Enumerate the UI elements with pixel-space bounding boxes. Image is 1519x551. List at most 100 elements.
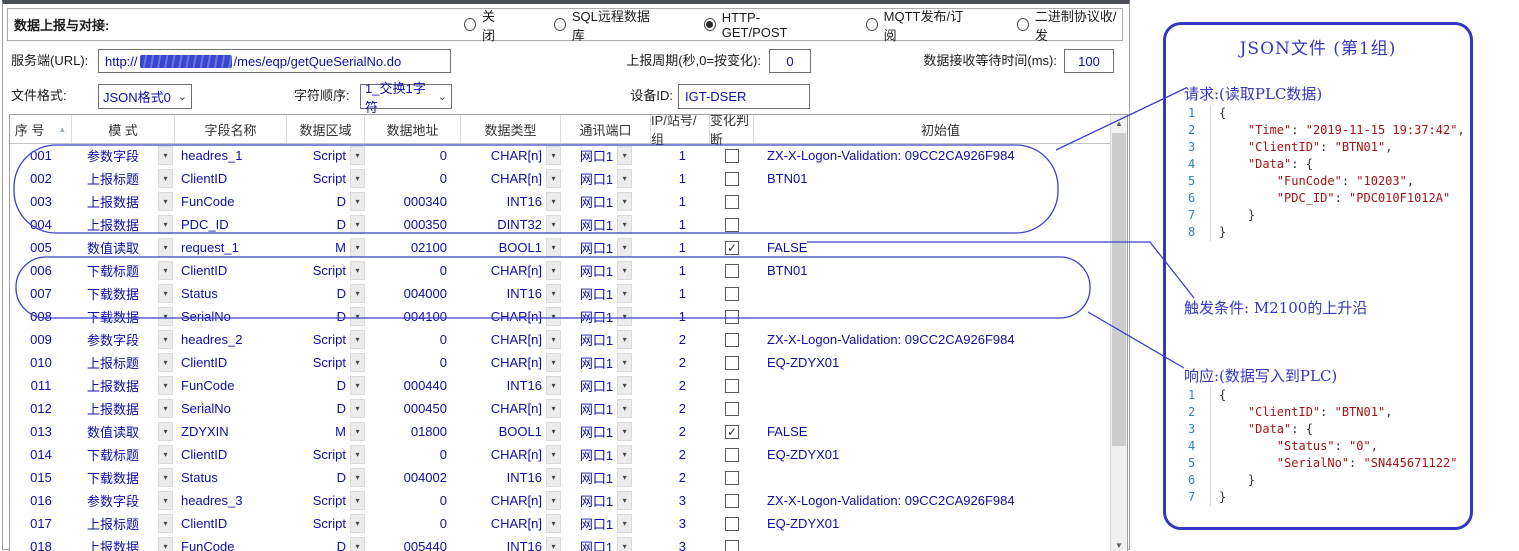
change-checkbox-checked[interactable]: ✓ — [725, 241, 739, 255]
column-header-7[interactable]: IP/站号/组 — [651, 115, 710, 143]
area-dropdown-icon[interactable]: ▾ — [350, 445, 365, 464]
change-checkbox[interactable] — [725, 218, 739, 232]
area-dropdown-icon[interactable]: ▾ — [350, 169, 365, 188]
scroll-down-icon[interactable]: ▼ — [1111, 537, 1127, 551]
table-row[interactable]: 011上报数据▾FunCodeD▾000440INT16▾网口1▾2 — [10, 374, 1127, 397]
column-header-1[interactable]: 模 式 — [72, 115, 175, 143]
area-dropdown-icon[interactable]: ▾ — [350, 307, 365, 326]
type-dropdown-icon[interactable]: ▾ — [546, 491, 561, 510]
change-checkbox[interactable] — [725, 402, 739, 416]
change-checkbox[interactable] — [725, 264, 739, 278]
port-dropdown-icon[interactable]: ▾ — [617, 445, 632, 464]
port-dropdown-icon[interactable]: ▾ — [617, 261, 632, 280]
mode-dropdown-icon[interactable]: ▾ — [158, 284, 173, 303]
vertical-scrollbar[interactable]: ▲ ▼ — [1110, 115, 1127, 551]
mode-dropdown-icon[interactable]: ▾ — [158, 422, 173, 441]
radio-icon[interactable] — [554, 18, 566, 31]
mode-dropdown-icon[interactable]: ▾ — [158, 261, 173, 280]
change-checkbox-checked[interactable]: ✓ — [725, 425, 739, 439]
type-dropdown-icon[interactable]: ▾ — [546, 215, 561, 234]
mode-dropdown-icon[interactable]: ▾ — [158, 445, 173, 464]
port-dropdown-icon[interactable]: ▾ — [617, 353, 632, 372]
table-row[interactable]: 013数值读取▾ZDYXINM▾01800BOOL1▾网口1▾2✓FALSE — [10, 420, 1127, 443]
change-checkbox[interactable] — [725, 540, 739, 551]
change-checkbox[interactable] — [725, 195, 739, 209]
area-dropdown-icon[interactable]: ▾ — [350, 353, 365, 372]
change-checkbox[interactable] — [725, 356, 739, 370]
table-row[interactable]: 010上报标题▾ClientIDScript▾0CHAR[n]▾网口1▾2EQ-… — [10, 351, 1127, 374]
port-dropdown-icon[interactable]: ▾ — [617, 215, 632, 234]
area-dropdown-icon[interactable]: ▾ — [350, 514, 365, 533]
change-checkbox[interactable] — [725, 172, 739, 186]
change-checkbox[interactable] — [725, 310, 739, 324]
area-dropdown-icon[interactable]: ▾ — [350, 376, 365, 395]
file-format-select[interactable]: JSON格式0 ⌄ — [98, 84, 192, 109]
port-dropdown-icon[interactable]: ▾ — [617, 491, 632, 510]
type-dropdown-icon[interactable]: ▾ — [546, 422, 561, 441]
radio-option-2[interactable]: HTTP-GET/POST — [704, 10, 818, 40]
type-dropdown-icon[interactable]: ▾ — [546, 261, 561, 280]
change-checkbox[interactable] — [725, 471, 739, 485]
area-dropdown-icon[interactable]: ▾ — [350, 537, 365, 551]
radio-icon[interactable] — [464, 18, 476, 31]
area-dropdown-icon[interactable]: ▾ — [350, 284, 365, 303]
table-row[interactable]: 015下载数据▾StatusD▾004002INT16▾网口1▾2 — [10, 466, 1127, 489]
table-row[interactable]: 002上报标题▾ClientIDScript▾0CHAR[n]▾网口1▾1BTN… — [10, 167, 1127, 190]
area-dropdown-icon[interactable]: ▾ — [350, 146, 365, 165]
table-row[interactable]: 001参数字段▾headres_1Script▾0CHAR[n]▾网口1▾1ZX… — [10, 144, 1127, 167]
port-dropdown-icon[interactable]: ▾ — [617, 238, 632, 257]
mode-dropdown-icon[interactable]: ▾ — [158, 169, 173, 188]
type-dropdown-icon[interactable]: ▾ — [546, 445, 561, 464]
port-dropdown-icon[interactable]: ▾ — [617, 192, 632, 211]
type-dropdown-icon[interactable]: ▾ — [546, 238, 561, 257]
column-header-5[interactable]: 数据类型 — [461, 115, 561, 143]
table-row[interactable]: 008下载数据▾SerialNoD▾004100CHAR[n]▾网口1▾1 — [10, 305, 1127, 328]
table-row[interactable]: 012上报数据▾SerialNoD▾000450CHAR[n]▾网口1▾2 — [10, 397, 1127, 420]
area-dropdown-icon[interactable]: ▾ — [350, 261, 365, 280]
column-header-9[interactable]: 初始值 — [754, 115, 1127, 143]
port-dropdown-icon[interactable]: ▾ — [617, 146, 632, 165]
port-dropdown-icon[interactable]: ▾ — [617, 307, 632, 326]
change-checkbox[interactable] — [725, 494, 739, 508]
server-url-input[interactable]: http:///mes/eqp/getQueSerialNo.do — [98, 49, 451, 73]
change-checkbox[interactable] — [725, 287, 739, 301]
mode-dropdown-icon[interactable]: ▾ — [158, 514, 173, 533]
port-dropdown-icon[interactable]: ▾ — [617, 514, 632, 533]
char-order-select[interactable]: 1_交换1字符 ⌄ — [360, 84, 452, 109]
table-row[interactable]: 016参数字段▾headres_3Script▾0CHAR[n]▾网口1▾3ZX… — [10, 489, 1127, 512]
area-dropdown-icon[interactable]: ▾ — [350, 238, 365, 257]
column-header-0[interactable]: 序 号▲ — [10, 115, 72, 143]
table-row[interactable]: 005数值读取▾request_1M▾02100BOOL1▾网口1▾1✓FALS… — [10, 236, 1127, 259]
change-checkbox[interactable] — [725, 149, 739, 163]
radio-option-0[interactable]: 关闭 — [464, 6, 506, 44]
mode-dropdown-icon[interactable]: ▾ — [158, 399, 173, 418]
area-dropdown-icon[interactable]: ▾ — [350, 215, 365, 234]
column-header-6[interactable]: 通讯端口 — [561, 115, 651, 143]
mode-dropdown-icon[interactable]: ▾ — [158, 491, 173, 510]
table-row[interactable]: 007下载数据▾StatusD▾004000INT16▾网口1▾1 — [10, 282, 1127, 305]
mode-dropdown-icon[interactable]: ▾ — [158, 307, 173, 326]
port-dropdown-icon[interactable]: ▾ — [617, 422, 632, 441]
area-dropdown-icon[interactable]: ▾ — [350, 491, 365, 510]
type-dropdown-icon[interactable]: ▾ — [546, 399, 561, 418]
change-checkbox[interactable] — [725, 333, 739, 347]
column-header-3[interactable]: 数据区域 — [287, 115, 365, 143]
type-dropdown-icon[interactable]: ▾ — [546, 514, 561, 533]
area-dropdown-icon[interactable]: ▾ — [350, 399, 365, 418]
radio-selected-icon[interactable] — [704, 18, 716, 31]
type-dropdown-icon[interactable]: ▾ — [546, 468, 561, 487]
mode-dropdown-icon[interactable]: ▾ — [158, 330, 173, 349]
change-checkbox[interactable] — [725, 379, 739, 393]
port-dropdown-icon[interactable]: ▾ — [617, 376, 632, 395]
port-dropdown-icon[interactable]: ▾ — [617, 330, 632, 349]
column-header-8[interactable]: 变化判断 — [710, 115, 754, 143]
mode-dropdown-icon[interactable]: ▾ — [158, 192, 173, 211]
type-dropdown-icon[interactable]: ▾ — [546, 146, 561, 165]
port-dropdown-icon[interactable]: ▾ — [617, 169, 632, 188]
mode-dropdown-icon[interactable]: ▾ — [158, 376, 173, 395]
type-dropdown-icon[interactable]: ▾ — [546, 537, 561, 551]
area-dropdown-icon[interactable]: ▾ — [350, 468, 365, 487]
table-row[interactable]: 018上报数据▾FunCodeD▾005440INT16▾网口1▾3 — [10, 535, 1127, 551]
mode-dropdown-icon[interactable]: ▾ — [158, 468, 173, 487]
area-dropdown-icon[interactable]: ▾ — [350, 330, 365, 349]
